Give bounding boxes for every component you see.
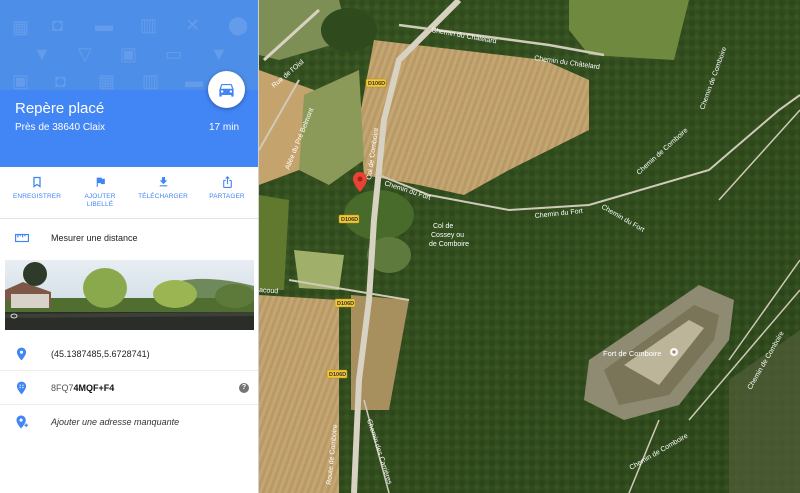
travel-time: 17 min [208, 122, 239, 133]
coordinates-row[interactable]: (45.1387485,5.6728741) [0, 337, 258, 371]
bar-icon: ▽ [78, 44, 92, 64]
pin-icon: ▼ [33, 44, 51, 64]
pin-icon [16, 347, 27, 361]
road-shield: D106D [334, 298, 356, 308]
road-shield: D106D [326, 369, 348, 379]
satellite-map[interactable]: Chemin du Châtelard Chemin du Châtelard … [259, 0, 800, 493]
share-icon [222, 176, 232, 188]
satellite-imagery: Chemin du Châtelard Chemin du Châtelard … [259, 0, 800, 493]
street-view-image [5, 260, 254, 330]
share-label: PARTAGER [209, 193, 245, 200]
add-label-button[interactable]: AJOUTER LIBELLÉ [70, 175, 130, 209]
download-icon [159, 177, 167, 187]
col-label: Col de [433, 223, 453, 230]
flag-icon [96, 177, 105, 187]
ruler-icon [15, 233, 29, 243]
place-subtitle: Près de 38640 Claix [15, 122, 106, 133]
road-shield: D106D [365, 78, 387, 88]
col-label: de Comboire [429, 241, 469, 248]
measure-distance-row[interactable]: Mesurer une distance [0, 219, 258, 257]
film-icon: ▦ [12, 17, 30, 37]
svg-text:D106D: D106D [329, 372, 346, 378]
plus-code-suffix: 4MQF+F4 [73, 383, 115, 393]
share-button[interactable]: PARTAGER [197, 175, 257, 201]
plus-code-row[interactable]: 8FQ74MQF+F4 ? [0, 371, 258, 405]
ticket-icon: ▬ [185, 71, 203, 91]
plus-code-icon [16, 381, 27, 395]
add-address-text: Ajouter une adresse manquante [51, 417, 180, 427]
col-label: Cossey ou [431, 232, 464, 239]
store-icon: ▥ [142, 71, 160, 91]
download-button[interactable]: TÉLÉCHARGER [133, 175, 193, 201]
shopping-bag-icon: ◘ [52, 15, 63, 35]
pin-icon: ⬤ [228, 15, 249, 35]
shopping-bag-icon: ◘ [55, 71, 66, 91]
place-header: ▦ ◘ ▬ ▥ ✕ ⬤ ▼ ▽ ▣ ▭ ▼ ▣ ◘ ▦ ▥ ▬ Repère p… [0, 0, 258, 167]
action-bar: ENREGISTRER AJOUTER LIBELLÉ TÉLÉCHARGER … [0, 167, 258, 219]
place-title: Repère placé [15, 100, 105, 117]
pin-icon: ▼ [210, 44, 228, 64]
download-label: TÉLÉCHARGER [138, 193, 188, 200]
film-icon: ▦ [98, 71, 116, 91]
svg-text:D106D: D106D [337, 301, 354, 307]
measure-distance-label: Mesurer une distance [51, 233, 138, 243]
coordinates-text: (45.1387485,5.6728741) [51, 349, 150, 359]
hotel-icon: ▭ [165, 44, 183, 64]
plus-code-prefix: 8FQ7 [51, 383, 74, 393]
street-view-thumbnail[interactable] [5, 260, 254, 330]
save-button[interactable]: ENREGISTRER [7, 175, 67, 201]
app-root: ▦ ◘ ▬ ▥ ✕ ⬤ ▼ ▽ ▣ ▭ ▼ ▣ ◘ ▦ ▥ ▬ Repère p… [0, 0, 800, 493]
fort-label: Fort de Comboire [603, 349, 661, 358]
road-shield: D106D [338, 214, 360, 224]
add-location-icon [16, 415, 29, 429]
add-address-row[interactable]: Ajouter une adresse manquante [0, 405, 258, 439]
directions-button[interactable] [208, 71, 245, 108]
add-label-line2: LIBELLÉ [86, 201, 114, 208]
ticket-icon: ▬ [95, 15, 113, 35]
coffee-icon: ▣ [120, 44, 138, 64]
svg-text:D106D: D106D [368, 81, 385, 87]
plus-code-text: 8FQ74MQF+F4 [51, 383, 114, 393]
restaurant-icon: ✕ [185, 15, 201, 35]
store-icon: ▥ [140, 15, 158, 35]
car-icon [219, 83, 234, 97]
save-label: ENREGISTRER [12, 193, 62, 200]
bookmark-icon [33, 176, 41, 188]
add-label-line1: AJOUTER [84, 193, 116, 200]
help-icon[interactable]: ? [239, 383, 249, 393]
place-panel: ▦ ◘ ▬ ▥ ✕ ⬤ ▼ ▽ ▣ ▭ ▼ ▣ ◘ ▦ ▥ ▬ Repère p… [0, 0, 259, 493]
svg-text:D106D: D106D [341, 217, 358, 223]
road-label: acoud [259, 287, 278, 295]
camera-icon: ▣ [12, 71, 30, 91]
